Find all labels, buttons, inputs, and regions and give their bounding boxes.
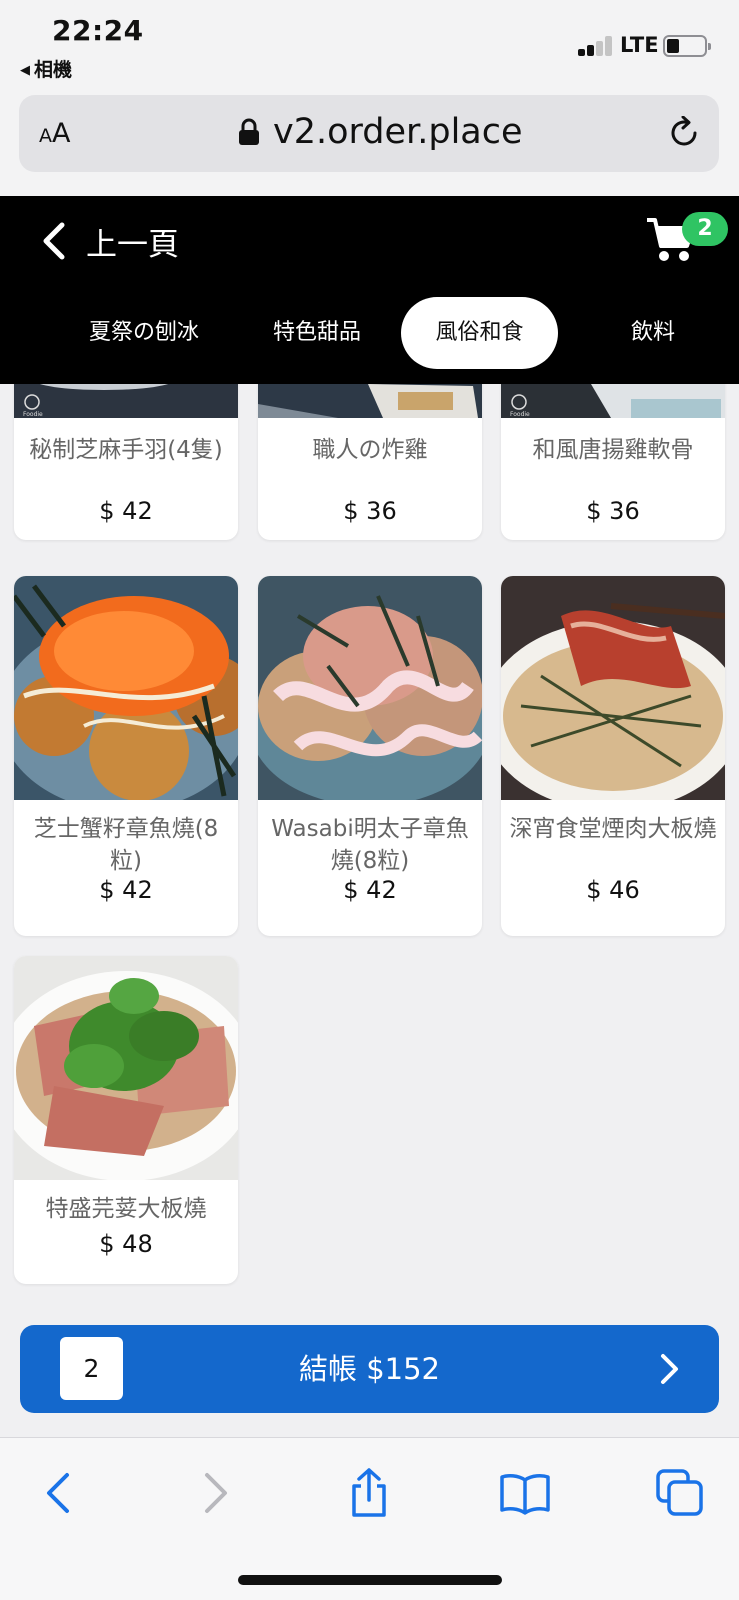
browser-address-area: AA v2.order.place <box>0 88 739 196</box>
share-icon[interactable] <box>344 1468 394 1518</box>
item-photo <box>258 576 482 800</box>
tab-drinks[interactable]: 飲料 <box>596 297 710 369</box>
checkout-label: 結帳 $152 <box>298 1352 441 1386</box>
back-button[interactable]: 上一頁 <box>40 216 179 266</box>
chevron-right-icon <box>661 1354 678 1384</box>
menu-item-card[interactable]: Foodie 秘制芝麻手羽(4隻) $ 42 <box>14 384 238 540</box>
item-photo <box>14 576 238 800</box>
back-app-label: 相機 <box>34 59 73 81</box>
item-price: $ 48 <box>99 1230 153 1258</box>
item-photo <box>258 384 482 418</box>
browser-back-icon[interactable] <box>34 1468 84 1518</box>
back-button-label: 上一頁 <box>86 226 179 263</box>
back-to-app-link[interactable]: ◀ 相機 <box>20 55 72 82</box>
menu-item-card[interactable]: 職人の炸雞 $ 36 <box>258 384 482 540</box>
tab-shaved-ice[interactable]: 夏祭の刨冰 <box>46 297 242 369</box>
svg-text:Foodie: Foodie <box>510 411 530 418</box>
item-price: $ 42 <box>343 876 397 904</box>
item-price: $ 46 <box>586 876 640 904</box>
menu-item-card[interactable]: 特盛芫荽大板燒 $ 48 <box>14 956 238 1284</box>
url-text[interactable]: v2.order.place <box>273 112 523 152</box>
site-header: 上一頁 2 夏祭の刨冰 特色甜品 風俗和食 飲料 <box>0 196 739 384</box>
menu-item-card[interactable]: 芝士蟹籽章魚燒(8粒) $ 42 <box>14 576 238 936</box>
browser-forward-icon[interactable] <box>190 1468 240 1518</box>
menu-item-card[interactable]: Wasabi明太子章魚燒(8粒) $ 42 <box>258 576 482 936</box>
cart-button[interactable]: 2 <box>645 211 728 271</box>
item-name: 深宵食堂煙肉大板燒 <box>509 816 717 842</box>
text-size-button[interactable]: AA <box>39 118 70 149</box>
reload-icon[interactable] <box>667 116 701 150</box>
menu-grid: Foodie 秘制芝麻手羽(4隻) $ 42 職人の炸雞 $ 36 Foodie… <box>0 384 739 1324</box>
item-photo: Foodie <box>501 384 725 418</box>
item-photo: Foodie <box>14 384 238 418</box>
status-bar: 22:24 ◀ 相機 LTE <box>0 0 739 88</box>
item-price: $ 36 <box>343 497 397 525</box>
category-tabs: 夏祭の刨冰 特色甜品 風俗和食 飲料 <box>0 297 739 369</box>
lock-icon <box>239 118 259 145</box>
address-bar[interactable]: AA v2.order.place <box>19 95 719 172</box>
item-price: $ 42 <box>99 497 153 525</box>
item-photo <box>501 576 725 800</box>
bookmarks-icon[interactable] <box>500 1468 550 1518</box>
tab-desserts[interactable]: 特色甜品 <box>247 297 387 369</box>
back-triangle-icon: ◀ <box>20 63 30 78</box>
item-price: $ 42 <box>99 876 153 904</box>
checkout-button[interactable]: 2 結帳 $152 <box>20 1325 719 1413</box>
browser-toolbar <box>0 1437 739 1600</box>
item-name: 特盛芫荽大板燒 <box>45 1196 207 1222</box>
battery-icon <box>663 35 711 57</box>
svg-text:Foodie: Foodie <box>23 411 43 418</box>
menu-item-card[interactable]: Foodie 和風唐揚雞軟骨 $ 36 <box>501 384 725 540</box>
item-name: 職人の炸雞 <box>312 437 428 463</box>
tab-japanese-food[interactable]: 風俗和食 <box>401 297 558 369</box>
home-indicator <box>238 1575 502 1585</box>
cart-count-badge: 2 <box>682 212 728 246</box>
chevron-left-icon <box>43 222 65 260</box>
item-name: Wasabi明太子章魚燒(8粒) <box>271 816 469 874</box>
tabs-icon[interactable] <box>655 1468 705 1518</box>
item-name: 秘制芝麻手羽(4隻) <box>29 437 223 463</box>
item-name: 芝士蟹籽章魚燒(8粒) <box>33 816 219 874</box>
item-photo <box>14 956 238 1180</box>
item-price: $ 36 <box>586 497 640 525</box>
signal-strength-icon <box>578 36 616 56</box>
network-type: LTE <box>620 33 659 57</box>
menu-item-card[interactable]: 深宵食堂煙肉大板燒 $ 46 <box>501 576 725 936</box>
item-name: 和風唐揚雞軟骨 <box>532 437 694 463</box>
status-time: 22:24 <box>52 14 144 47</box>
